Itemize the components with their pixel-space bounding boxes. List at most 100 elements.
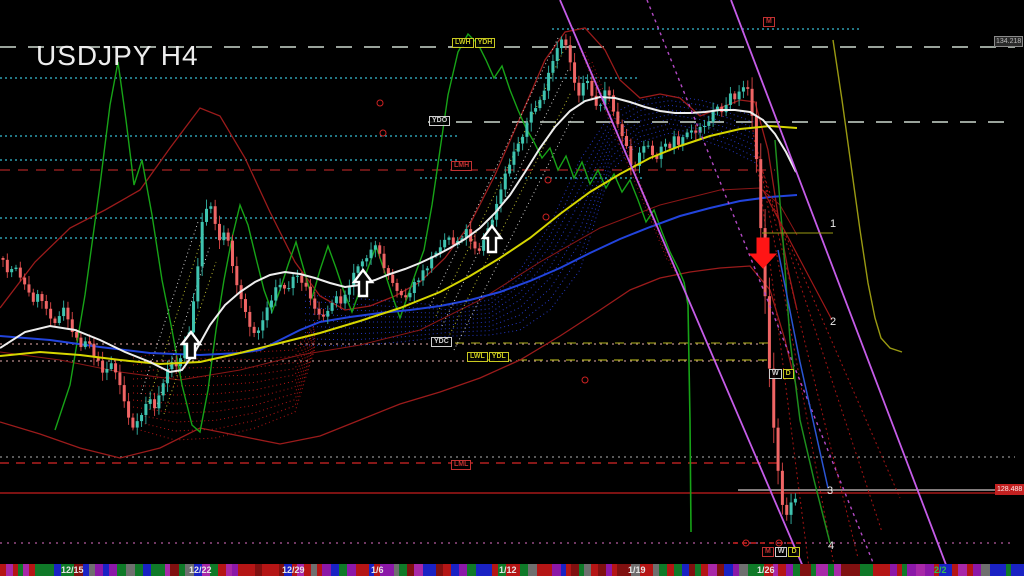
strip-block bbox=[701, 564, 708, 576]
candle-up bbox=[374, 245, 377, 249]
candle-up bbox=[105, 369, 108, 373]
strip-block bbox=[860, 564, 867, 576]
candle-down bbox=[101, 361, 104, 373]
candle-up bbox=[222, 233, 225, 241]
candle-down bbox=[66, 308, 69, 320]
cloud-fill-row bbox=[133, 325, 315, 365]
strip-block bbox=[622, 564, 631, 576]
strip-block bbox=[506, 564, 514, 576]
candle-up bbox=[534, 108, 537, 112]
candle-down bbox=[785, 505, 788, 515]
red-lower-band bbox=[0, 266, 797, 458]
strip-block bbox=[210, 564, 218, 576]
candle-down bbox=[88, 341, 91, 343]
strip-block bbox=[881, 564, 890, 576]
candle-up bbox=[326, 311, 329, 317]
strip-block bbox=[485, 564, 492, 576]
candle-up bbox=[201, 222, 204, 266]
candle-up bbox=[409, 293, 412, 297]
signal-marker bbox=[582, 377, 588, 383]
candle-down bbox=[313, 298, 316, 308]
candle-up bbox=[361, 261, 364, 266]
candle-down bbox=[755, 116, 758, 159]
candle-down bbox=[625, 136, 628, 146]
candle-up bbox=[36, 294, 39, 302]
strip-block bbox=[841, 564, 849, 576]
candle-up bbox=[525, 123, 528, 137]
candle-up bbox=[560, 39, 563, 48]
candle-down bbox=[322, 315, 325, 317]
strip-block bbox=[764, 564, 773, 576]
strip-block bbox=[194, 564, 202, 576]
candle-down bbox=[153, 399, 156, 408]
timeline-strip bbox=[0, 564, 1024, 576]
strip-block bbox=[708, 564, 717, 576]
candle-up bbox=[530, 112, 533, 123]
candle-down bbox=[694, 131, 697, 133]
down-arrow-icon bbox=[750, 238, 776, 268]
candle-up bbox=[794, 499, 797, 503]
candle-down bbox=[569, 45, 572, 62]
candle-up bbox=[274, 287, 277, 300]
strip-block bbox=[247, 564, 255, 576]
candle-down bbox=[378, 245, 381, 253]
strip-block bbox=[755, 564, 764, 576]
candle-up bbox=[192, 301, 195, 332]
candle-down bbox=[253, 327, 256, 333]
strip-block bbox=[467, 564, 476, 576]
strip-block bbox=[1019, 564, 1024, 576]
strip-block bbox=[793, 564, 800, 576]
candle-up bbox=[538, 100, 541, 108]
strip-block bbox=[786, 564, 793, 576]
green-drop bbox=[684, 282, 691, 532]
candle-down bbox=[227, 233, 230, 241]
chart-title: USDJPY H4 bbox=[36, 40, 199, 72]
candle-up bbox=[144, 404, 147, 415]
strip-block bbox=[571, 564, 579, 576]
candle-down bbox=[746, 87, 749, 89]
trading-chart-window: USDJPY H4 LWHYDHYDOLMHYDCLWLYDLLMLMWDMWD… bbox=[0, 0, 1024, 576]
candle-up bbox=[521, 137, 524, 144]
candle-up bbox=[738, 92, 741, 100]
candle-up bbox=[712, 110, 715, 121]
strip-block bbox=[185, 564, 194, 576]
candle-up bbox=[499, 189, 502, 203]
strip-block bbox=[528, 564, 537, 576]
candle-up bbox=[426, 268, 429, 270]
candle-up bbox=[357, 266, 360, 272]
strip-block bbox=[958, 564, 967, 576]
candle-up bbox=[14, 268, 17, 269]
strip-block bbox=[925, 564, 934, 576]
candle-up bbox=[110, 363, 113, 369]
candle-down bbox=[309, 287, 312, 299]
cloud-fill-row bbox=[133, 327, 315, 372]
candle-up bbox=[512, 152, 515, 165]
candle-up bbox=[647, 146, 650, 147]
candle-down bbox=[590, 81, 593, 96]
strip-block bbox=[682, 564, 689, 576]
candle-up bbox=[422, 270, 425, 280]
candle-down bbox=[218, 224, 221, 240]
chart-canvas[interactable] bbox=[0, 0, 1024, 576]
strip-block bbox=[218, 564, 226, 576]
strip-block bbox=[61, 564, 68, 576]
candle-down bbox=[621, 124, 624, 136]
strip-block bbox=[143, 564, 151, 576]
candle-down bbox=[759, 159, 762, 228]
candle-up bbox=[417, 280, 420, 282]
candle-up bbox=[790, 502, 793, 514]
candle-down bbox=[577, 83, 580, 96]
candle-up bbox=[162, 383, 165, 395]
projection-olive bbox=[833, 40, 902, 352]
strip-block bbox=[543, 564, 552, 576]
candle-up bbox=[196, 266, 199, 301]
candle-up bbox=[742, 87, 745, 91]
candle-down bbox=[114, 363, 117, 372]
candle-down bbox=[452, 237, 455, 244]
strip-block bbox=[778, 564, 786, 576]
candle-up bbox=[642, 146, 645, 152]
candle-down bbox=[383, 254, 386, 268]
strip-block bbox=[109, 564, 117, 576]
candle-up bbox=[266, 307, 269, 320]
candle-up bbox=[292, 277, 295, 288]
